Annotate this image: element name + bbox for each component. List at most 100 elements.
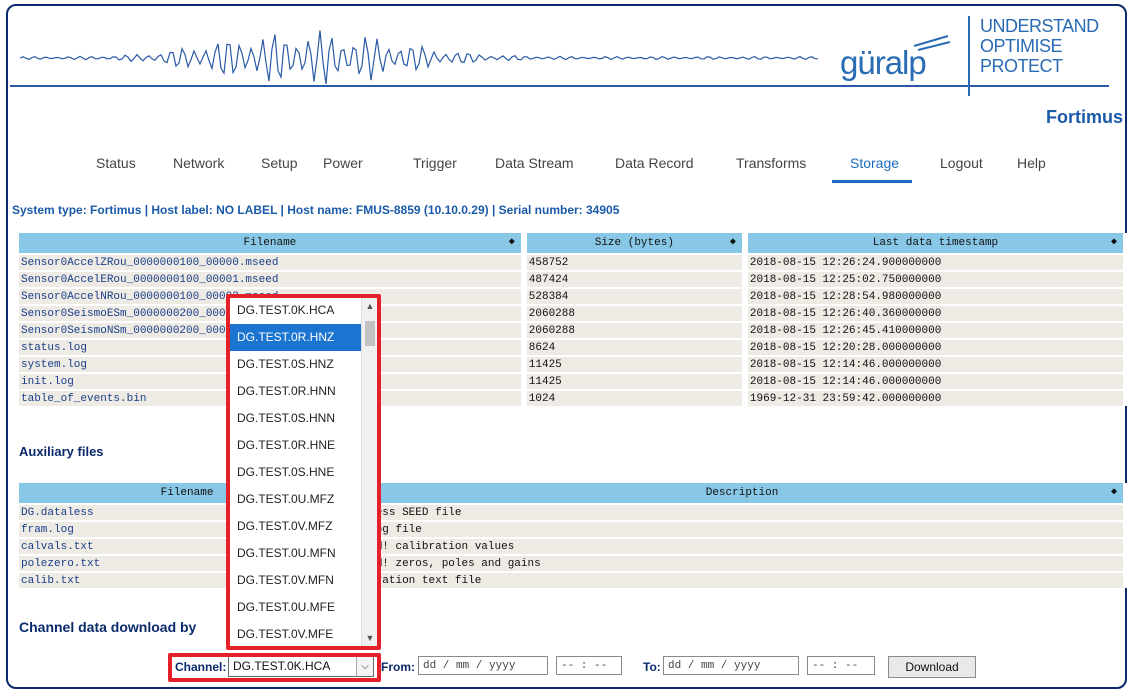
file-timestamp: 2018-08-15 12:14:46.000000000 — [744, 372, 1130, 390]
logo-divider — [968, 16, 970, 96]
table-row: polezero.txt AM! zeros, poles and gains — [19, 554, 1129, 572]
table-row: Sensor0SeismoESm_0000000200_00000.mseed 2… — [19, 304, 1130, 322]
product-name: Fortimus — [1045, 107, 1123, 127]
file-link[interactable]: Sensor0AccelZRou_0000000100_00000.mseed — [19, 253, 527, 271]
aux-files-table: Filename Description ◆ DG.dataless less SE… — [19, 483, 1129, 588]
col-header-timestamp[interactable]: Last data timestamp ◆ — [744, 233, 1130, 254]
channel-option[interactable]: DG.TEST.0R.HNE — [229, 432, 378, 459]
channel-option[interactable]: DG.TEST.0R.HNN — [229, 378, 378, 405]
from-label: From: — [381, 660, 415, 674]
col-header-filename[interactable]: Filename ◆ — [19, 233, 527, 254]
to-time-input[interactable]: -- : -- — [807, 656, 875, 675]
logo-mark-icon — [913, 35, 951, 51]
channel-option[interactable]: DG.TEST.0K.HCA — [229, 297, 378, 324]
channel-option[interactable]: DG.TEST.0S.HNN — [229, 405, 378, 432]
dropdown-scrollbar[interactable]: ▲ ▼ — [361, 297, 378, 647]
channel-option[interactable]: DG.TEST.0U.MFE — [229, 594, 378, 621]
download-button[interactable]: Download — [888, 656, 976, 678]
channel-option[interactable]: DG.TEST.0V.MFE — [229, 621, 378, 647]
aux-description: less SEED file — [358, 503, 1129, 521]
files-table: Filename ◆ Size (bytes) ◆ Last data timest… — [19, 233, 1130, 406]
header-rule — [10, 85, 1109, 87]
tagline-line: UNDERSTAND — [980, 16, 1099, 36]
channel-option[interactable]: DG.TEST.0V.MFN — [229, 567, 378, 594]
table-row: init.log 11425 2018-08-15 12:14:46.0000000… — [19, 372, 1130, 390]
table-row: system.log 11425 2018-08-15 12:14:46.00000… — [19, 355, 1130, 373]
channel-select-value: DG.TEST.0K.HCA — [233, 659, 331, 673]
chevron-down-icon: ⌵ — [356, 657, 373, 676]
aux-description: AM! calibration values — [358, 537, 1129, 555]
col-header-size[interactable]: Size (bytes) ◆ — [523, 233, 748, 254]
to-label: To: — [643, 660, 661, 674]
from-time-input[interactable]: -- : -- — [556, 656, 622, 675]
aux-description: log file — [358, 520, 1129, 538]
file-timestamp: 1969-12-31 23:59:42.000000000 — [744, 389, 1130, 406]
sort-icon: ◆ — [729, 237, 736, 248]
file-size: 2060288 — [523, 321, 748, 339]
table-row: calib.txt bration text file — [19, 571, 1129, 588]
channel-label: Channel: — [175, 660, 227, 674]
channel-dropdown-list[interactable]: DG.TEST.0K.HCA DG.TEST.0R.HNZ DG.TEST.0S.H… — [228, 296, 379, 648]
file-timestamp: 2018-08-15 12:26:40.360000000 — [744, 304, 1130, 322]
file-link[interactable]: Sensor0AccelERou_0000000100_00001.mseed — [19, 270, 527, 288]
scroll-up-icon: ▲ — [365, 301, 375, 311]
file-size: 528384 — [523, 287, 748, 305]
system-info: System type: Fortimus | Host label: NO L… — [12, 203, 620, 217]
nav-status[interactable]: Status — [96, 155, 136, 171]
file-timestamp: 2018-08-15 12:14:46.000000000 — [744, 355, 1130, 373]
table-row: table_of_events.bin 1024 1969-12-31 23:59:… — [19, 389, 1130, 406]
nav-storage[interactable]: Storage — [850, 155, 899, 171]
file-size: 2060288 — [523, 304, 748, 322]
table-row: Sensor0AccelERou_0000000100_00001.mseed 4… — [19, 270, 1130, 288]
file-size: 1024 — [523, 389, 748, 406]
sort-icon: ◆ — [508, 237, 515, 248]
file-size: 11425 — [523, 372, 748, 390]
file-timestamp: 2018-08-15 12:26:45.410000000 — [744, 321, 1130, 339]
file-timestamp: 2018-08-15 12:28:54.980000000 — [744, 287, 1130, 305]
table-row: calvals.txt AM! calibration values — [19, 537, 1129, 555]
seismic-waveform-icon — [20, 30, 819, 85]
sort-icon: ◆ — [1110, 237, 1117, 248]
tagline-line: PROTECT — [980, 56, 1063, 76]
nav-data-stream[interactable]: Data Stream — [495, 155, 574, 171]
file-size: 11425 — [523, 355, 748, 373]
file-timestamp: 2018-08-15 12:25:02.750000000 — [744, 270, 1130, 288]
col-header-description[interactable]: Description ◆ — [358, 483, 1129, 504]
nav-data-record[interactable]: Data Record — [615, 155, 694, 171]
sort-icon: ◆ — [1110, 487, 1117, 498]
aux-description: bration text file — [358, 571, 1129, 588]
table-row: Sensor0AccelNRou_0000000100_00002.mseed 5… — [19, 287, 1130, 305]
channel-select[interactable]: DG.TEST.0K.HCA ⌵ — [228, 656, 374, 677]
file-size: 8624 — [523, 338, 748, 356]
table-row: DG.dataless less SEED file — [19, 503, 1129, 521]
from-date-input[interactable]: dd / mm / yyyy — [418, 656, 548, 675]
table-row: Sensor0SeismoNSm_0000000200_00001.mseed 2… — [19, 321, 1130, 339]
file-timestamp: 2018-08-15 12:26:24.900000000 — [744, 253, 1130, 271]
nav-power[interactable]: Power — [323, 155, 363, 171]
to-date-input[interactable]: dd / mm / yyyy — [663, 656, 799, 675]
scrollbar-thumb — [365, 321, 375, 346]
channel-option[interactable]: DG.TEST.0U.MFN — [229, 540, 378, 567]
nav-help[interactable]: Help — [1017, 155, 1046, 171]
nav-trigger[interactable]: Trigger — [413, 155, 457, 171]
channel-option[interactable]: DG.TEST.0U.MFZ — [229, 486, 378, 513]
file-size: 458752 — [523, 253, 748, 271]
file-size: 487424 — [523, 270, 748, 288]
nav-setup[interactable]: Setup — [261, 155, 298, 171]
nav-network[interactable]: Network — [173, 155, 224, 171]
channel-option[interactable]: DG.TEST.0S.HNZ — [229, 351, 378, 378]
nav-active-underline — [832, 180, 912, 183]
table-row: status.log 8624 2018-08-15 12:20:28.000000… — [19, 338, 1130, 356]
aux-files-title: Auxiliary files — [19, 444, 104, 459]
nav-logout[interactable]: Logout — [940, 155, 983, 171]
tagline-line: OPTIMISE — [980, 36, 1063, 56]
brand-tagline: UNDERSTAND OPTIMISE PROTECT — [980, 16, 1099, 76]
channel-option[interactable]: DG.TEST.0V.MFZ — [229, 513, 378, 540]
channel-option[interactable]: DG.TEST.0S.HNE — [229, 459, 378, 486]
channel-option[interactable]: DG.TEST.0R.HNZ — [229, 324, 378, 351]
aux-description: AM! zeros, poles and gains — [358, 554, 1129, 572]
channel-download-title: Channel data download by — [19, 619, 197, 635]
table-row: fram.log log file — [19, 520, 1129, 538]
nav-transforms[interactable]: Transforms — [736, 155, 806, 171]
file-timestamp: 2018-08-15 12:20:28.000000000 — [744, 338, 1130, 356]
